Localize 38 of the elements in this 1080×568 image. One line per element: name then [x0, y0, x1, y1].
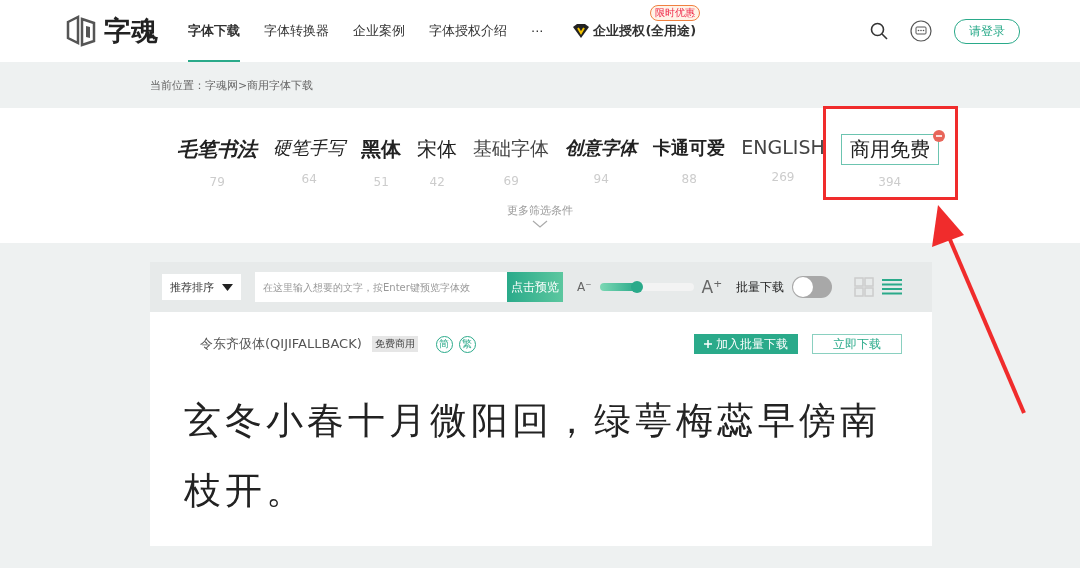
category-label[interactable]: 基础字体	[473, 134, 550, 164]
category-label[interactable]: 硬笔手写	[273, 134, 346, 162]
nav-tab[interactable]: 企业案例	[353, 0, 405, 62]
logo-text[interactable]: 字魂	[104, 13, 158, 49]
nav-tab[interactable]: 字体下载	[188, 0, 240, 62]
size-slider[interactable]	[599, 283, 694, 291]
batch-toggle[interactable]	[792, 276, 833, 298]
chevron-down-icon[interactable]	[532, 220, 548, 228]
batch-download-label: 批量下载	[736, 278, 785, 296]
category-label[interactable]: 创意字体	[565, 134, 638, 162]
chat-icon[interactable]	[910, 20, 932, 42]
preview-text-field[interactable]: 在这里输入想要的文字，按Enter键预览字体效	[255, 272, 507, 302]
remove-icon[interactable]	[932, 130, 945, 142]
category-label[interactable]: 毛笔书法	[177, 134, 258, 165]
category-label[interactable]: 黑体	[361, 134, 402, 165]
nav-tab[interactable]: 字体转换器	[264, 0, 329, 62]
caret-icon	[222, 283, 233, 291]
search-icon[interactable]	[870, 22, 888, 40]
category-label[interactable]: 卡通可爱	[653, 134, 726, 162]
category-label[interactable]: 宋体	[417, 134, 458, 165]
logo-icon	[64, 14, 98, 48]
list-view-icon[interactable]	[882, 279, 903, 295]
decrease-size-label[interactable]: A⁻	[577, 280, 592, 294]
increase-size-label[interactable]: A⁺	[701, 277, 723, 297]
breadcrumb: 当前位置：字魂网>商用字体下载	[150, 77, 314, 93]
plus-icon	[704, 340, 712, 348]
enterprise-link[interactable]: 企业授权(全用途)	[593, 22, 697, 40]
free-commercial-tag: 免费商用	[371, 336, 418, 352]
font-name[interactable]: 令东齐伋体(QIJIFALLBACK)	[200, 335, 362, 353]
nav-tab[interactable]: 字体授权介绍	[429, 0, 507, 62]
font-sample-text: 玄冬小春十月微阳回，绿萼梅蕊早傍南枝开。	[184, 398, 882, 514]
category-label[interactable]: 商用免费	[840, 134, 939, 165]
sort-dropdown[interactable]: 推荐排序	[162, 274, 241, 300]
promo-badge: 限时优惠	[650, 5, 701, 21]
category-label[interactable]: ENGLISH	[741, 134, 825, 160]
diamond-icon	[573, 24, 590, 38]
slider-thumb[interactable]	[631, 281, 644, 293]
nav-tab[interactable]: ···	[531, 0, 544, 62]
